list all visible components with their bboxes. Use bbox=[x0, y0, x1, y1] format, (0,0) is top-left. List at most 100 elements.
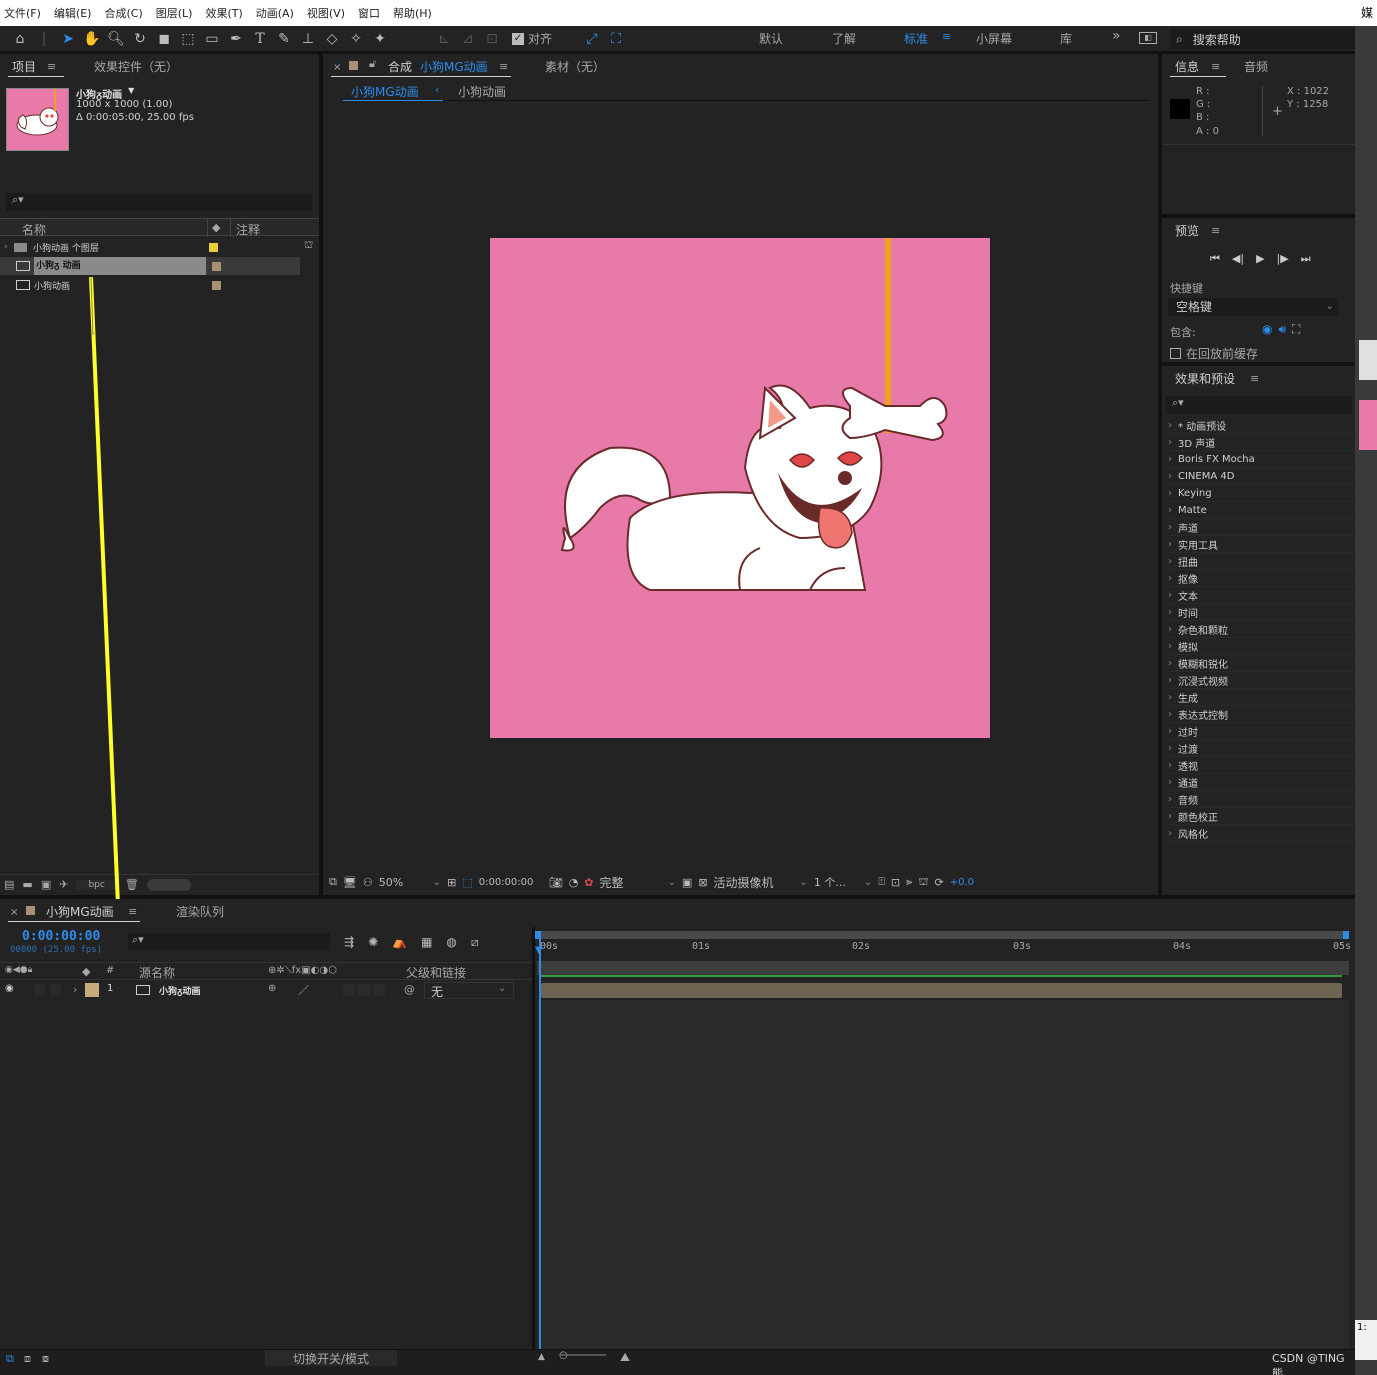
label-tag-icon[interactable]: ◆ bbox=[212, 221, 220, 234]
frame-blending-icon[interactable]: ▦ bbox=[421, 935, 432, 950]
transparency-grid-icon[interactable]: ⬚ bbox=[462, 876, 472, 889]
rectangle-tool-icon[interactable]: ▭ bbox=[200, 28, 224, 50]
next-frame-icon[interactable]: |▶︎ bbox=[1277, 252, 1289, 266]
effects-category-item[interactable]: › 过渡 bbox=[1168, 740, 1354, 757]
layer-switches-icon[interactable]: ⧈ bbox=[24, 1352, 31, 1366]
project-item-folder[interactable]: › 小狗动画 个图层 bbox=[0, 238, 300, 256]
shortcut-select[interactable]: 空格键 ⌄ bbox=[1168, 298, 1338, 316]
menu-help[interactable]: 帮助(H) bbox=[393, 5, 432, 21]
new-folder-icon[interactable]: ▬ bbox=[22, 878, 32, 891]
play-icon[interactable]: ▶︎ bbox=[1256, 252, 1264, 266]
chevron-down-icon[interactable]: ⌄ bbox=[800, 877, 808, 888]
effects-category-item[interactable]: › 抠像 bbox=[1168, 570, 1354, 587]
switch-box[interactable] bbox=[373, 984, 385, 996]
effects-category-item[interactable]: › 颜色校正 bbox=[1168, 808, 1354, 825]
pan-behind-tool-icon[interactable]: ⬚ bbox=[176, 28, 200, 50]
chevron-right-icon[interactable]: › bbox=[1168, 743, 1172, 754]
effects-category-item[interactable]: › 透视 bbox=[1168, 757, 1354, 774]
snapshot-camera-icon[interactable]: 📷︎ bbox=[549, 876, 563, 889]
zoom-level[interactable]: 50% bbox=[379, 876, 427, 889]
effects-menu-icon[interactable]: ≡ bbox=[1250, 372, 1259, 385]
effects-category-item[interactable]: › CINEMA 4D bbox=[1168, 468, 1354, 485]
effects-category-item[interactable]: › 过时 bbox=[1168, 723, 1354, 740]
menu-edit[interactable]: 编辑(E) bbox=[54, 5, 92, 21]
shy-layers-icon[interactable]: ⛺ bbox=[392, 935, 407, 950]
layer-row[interactable]: ◉ › 1 小狗ᵹ动画 ⊕ ／ @ 无 ⌄ bbox=[0, 981, 532, 1000]
chevron-right-icon[interactable]: › bbox=[1168, 556, 1172, 567]
puppet-tool-icon[interactable]: ✦ bbox=[368, 28, 392, 50]
project-item-comp[interactable]: 小狗动画 bbox=[0, 276, 300, 294]
current-time-indicator[interactable] bbox=[539, 937, 541, 1349]
selection-tool-icon[interactable]: ➤ bbox=[56, 28, 80, 50]
playhead-handle-icon[interactable]: ▼ bbox=[535, 945, 543, 956]
show-snapshot-icon[interactable]: ◔ bbox=[569, 876, 579, 889]
project-item-comp-selected[interactable]: 小狗ᵹ 动画 bbox=[0, 257, 300, 275]
tab-render-queue[interactable]: 渲染队列 bbox=[176, 903, 224, 920]
layer-duration-bar[interactable] bbox=[541, 983, 1342, 998]
timeline-link-icon[interactable]: ⫸ bbox=[906, 875, 912, 889]
lock-icon[interactable]: 🔓︎ bbox=[369, 57, 376, 71]
breadcrumb-active[interactable]: 小狗MG动画 bbox=[351, 83, 419, 100]
resolution-select[interactable]: 完整 bbox=[600, 874, 662, 891]
interpret-footage-icon[interactable]: ▤ bbox=[4, 878, 14, 891]
chevron-right-icon[interactable]: › bbox=[1168, 420, 1172, 431]
col-parent-header[interactable]: 父级和链接 bbox=[406, 964, 466, 981]
workspace-standard[interactable]: 标准 bbox=[904, 30, 928, 47]
chevron-right-icon[interactable]: › bbox=[1168, 607, 1172, 618]
chevron-right-icon[interactable]: › bbox=[1168, 811, 1172, 822]
tab-info[interactable]: 信息 bbox=[1175, 58, 1199, 75]
tab-footage[interactable]: 素材（无） bbox=[545, 58, 605, 75]
menu-file[interactable]: 文件(F) bbox=[4, 5, 41, 21]
collapse-transform-icon[interactable]: ⊕ bbox=[268, 983, 276, 994]
solo-box[interactable] bbox=[34, 984, 45, 995]
work-area-end-handle[interactable] bbox=[1343, 931, 1349, 939]
chevron-down-icon[interactable]: ⌄ bbox=[668, 877, 676, 888]
chevron-right-icon[interactable]: › bbox=[1168, 624, 1172, 635]
effects-category-item[interactable]: › 音频 bbox=[1168, 791, 1354, 808]
effects-category-item[interactable]: › 生成 bbox=[1168, 689, 1354, 706]
exposure-value[interactable]: +0.0 bbox=[950, 877, 974, 888]
axis-local-icon[interactable]: ⊾ bbox=[432, 28, 456, 50]
pen-tool-icon[interactable]: ✒ bbox=[224, 28, 248, 50]
label-color-chip[interactable] bbox=[212, 280, 221, 290]
snap-grid-icon[interactable]: ⛶ bbox=[604, 28, 628, 50]
effects-category-item[interactable]: › Boris FX Mocha bbox=[1168, 451, 1354, 468]
effects-category-item[interactable]: › 文本 bbox=[1168, 587, 1354, 604]
always-preview-icon[interactable]: ⧉ bbox=[329, 875, 337, 889]
workspace-small-screen[interactable]: 小屏幕 bbox=[976, 30, 1012, 47]
chevron-right-icon[interactable]: › bbox=[0, 242, 14, 252]
menu-effect[interactable]: 效果(T) bbox=[205, 5, 242, 21]
menu-layer[interactable]: 图层(L) bbox=[156, 5, 193, 21]
adjust-settings-icon[interactable]: ✈ bbox=[59, 878, 68, 891]
roto-brush-tool-icon[interactable]: ✧ bbox=[344, 28, 368, 50]
chevron-right-icon[interactable]: › bbox=[1168, 760, 1172, 771]
chevron-right-icon[interactable]: › bbox=[1168, 828, 1172, 839]
effects-category-item[interactable]: › 风格化 bbox=[1168, 825, 1354, 842]
chevron-right-icon[interactable]: › bbox=[1168, 539, 1172, 550]
cache-checkbox[interactable] bbox=[1170, 348, 1181, 359]
previous-frame-icon[interactable]: ◀︎| bbox=[1232, 252, 1244, 266]
camera-select[interactable]: 活动摄像机 bbox=[714, 874, 794, 891]
work-area-bar[interactable] bbox=[537, 931, 1349, 939]
hand-tool-icon[interactable]: ✋ bbox=[80, 28, 104, 50]
info-menu-icon[interactable]: ≡ bbox=[1211, 60, 1220, 73]
lock-box[interactable] bbox=[50, 984, 61, 995]
camera-tool-icon[interactable]: ◼︎ bbox=[152, 28, 176, 50]
close-icon[interactable]: × bbox=[333, 62, 341, 73]
project-menu-icon[interactable]: ≡ bbox=[47, 60, 56, 73]
breadcrumb-next[interactable]: 小狗动画 bbox=[458, 83, 506, 100]
workspace-panel-icon[interactable]: ◧ bbox=[1139, 32, 1157, 44]
comp-canvas[interactable] bbox=[490, 238, 990, 738]
workspace-menu-icon[interactable]: ≡ bbox=[942, 30, 951, 43]
col-source-name-header[interactable]: 源名称 bbox=[139, 964, 175, 981]
chevron-right-icon[interactable]: › bbox=[1168, 522, 1172, 533]
region-of-interest-icon[interactable]: ▣ bbox=[682, 876, 692, 889]
chevron-right-icon[interactable]: › bbox=[73, 983, 77, 996]
monitor-icon[interactable]: 🖥︎ bbox=[343, 876, 357, 889]
rotate-tool-icon[interactable]: ↻ bbox=[128, 28, 152, 50]
effects-category-item[interactable]: › Keying bbox=[1168, 485, 1354, 502]
axis-view-icon[interactable]: ⊡ bbox=[480, 28, 504, 50]
layer-name[interactable]: 小狗ᵹ动画 bbox=[159, 984, 200, 997]
time-ruler[interactable]: 00s 01s 02s 03s 04s 05s bbox=[537, 939, 1351, 961]
col-name-header[interactable]: 名称 bbox=[22, 221, 46, 238]
